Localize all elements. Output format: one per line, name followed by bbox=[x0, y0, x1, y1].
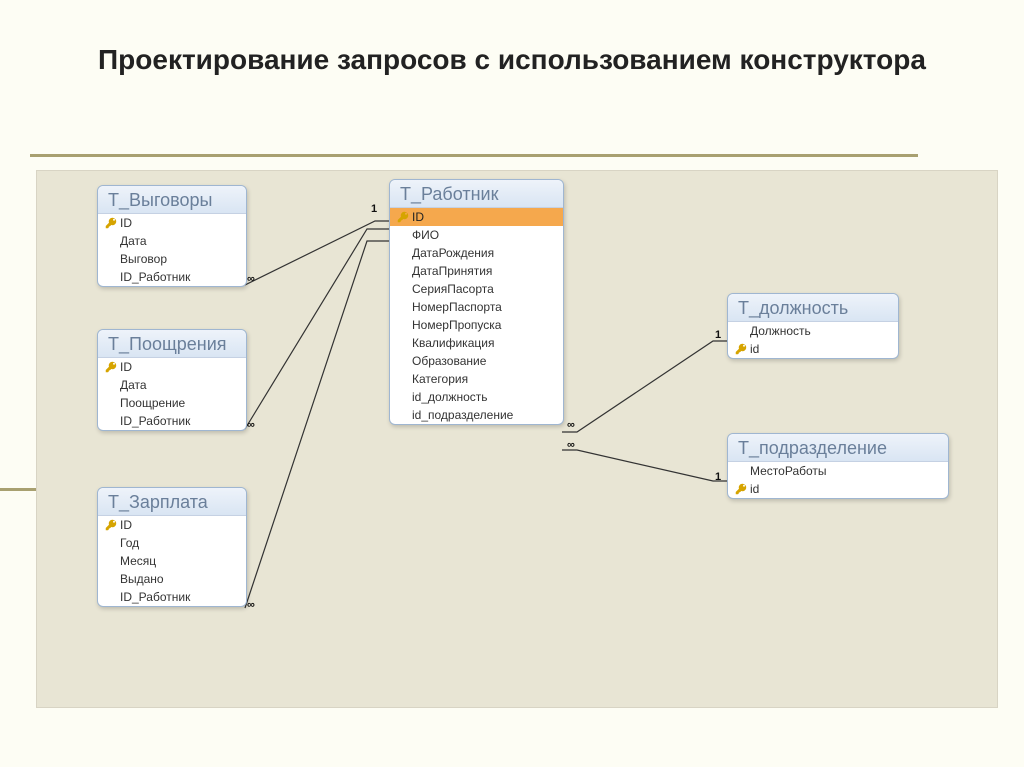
table-row[interactable]: Категория bbox=[390, 370, 563, 388]
table-rewards[interactable]: Т_Поощрения ID Дата Поощрение ID_Работни… bbox=[97, 329, 247, 431]
table-row[interactable]: Квалификация bbox=[390, 334, 563, 352]
table-row[interactable]: id bbox=[728, 480, 948, 498]
field-label: Дата bbox=[120, 233, 147, 249]
rel-inf: ∞ bbox=[247, 599, 255, 611]
table-row[interactable]: СерияПасорта bbox=[390, 280, 563, 298]
table-row[interactable]: ID bbox=[98, 214, 246, 232]
rel-inf: ∞ bbox=[247, 273, 255, 285]
table-row[interactable]: ID bbox=[98, 358, 246, 376]
field-label: Месяц bbox=[120, 553, 156, 569]
field-label: id bbox=[750, 481, 759, 497]
divider-bottom bbox=[0, 488, 37, 491]
page-title: Проектирование запросов с использованием… bbox=[0, 44, 1024, 76]
field-label: Категория bbox=[412, 371, 468, 387]
field-label: ID bbox=[120, 517, 132, 533]
field-label: ID bbox=[120, 215, 132, 231]
table-row[interactable]: Выдано bbox=[98, 570, 246, 588]
field-label: Выговор bbox=[120, 251, 167, 267]
field-label: ID_Работник bbox=[120, 269, 190, 285]
key-icon bbox=[734, 342, 748, 356]
key-icon bbox=[104, 360, 118, 374]
field-label: НомерПаспорта bbox=[412, 299, 502, 315]
field-label: СерияПасорта bbox=[412, 281, 494, 297]
field-label: НомерПропуска bbox=[412, 317, 501, 333]
table-row[interactable]: НомерПропуска bbox=[390, 316, 563, 334]
table-row[interactable]: ДатаПринятия bbox=[390, 262, 563, 280]
table-employee[interactable]: Т_Работник ID ФИО ДатаРождения ДатаПриня… bbox=[389, 179, 564, 425]
table-title: Т_Поощрения bbox=[98, 330, 246, 358]
field-label: id_подразделение bbox=[412, 407, 513, 423]
field-label: ID_Работник bbox=[120, 413, 190, 429]
table-row[interactable]: ДатаРождения bbox=[390, 244, 563, 262]
table-row[interactable]: id_подразделение bbox=[390, 406, 563, 424]
rel-one: 1 bbox=[715, 329, 721, 341]
table-row[interactable]: ID bbox=[98, 516, 246, 534]
field-label: ДатаПринятия bbox=[412, 263, 492, 279]
table-salary[interactable]: Т_Зарплата ID Год Месяц Выдано ID_Работн… bbox=[97, 487, 247, 607]
table-row[interactable]: Поощрение bbox=[98, 394, 246, 412]
table-row[interactable]: НомерПаспорта bbox=[390, 298, 563, 316]
table-row[interactable]: МестоРаботы bbox=[728, 462, 948, 480]
table-row[interactable]: ID bbox=[390, 208, 563, 226]
table-row[interactable]: Должность bbox=[728, 322, 898, 340]
field-label: ФИО bbox=[412, 227, 439, 243]
field-label: ID bbox=[120, 359, 132, 375]
table-row[interactable]: ID_Работник bbox=[98, 412, 246, 430]
table-row[interactable]: Дата bbox=[98, 232, 246, 250]
key-icon bbox=[734, 482, 748, 496]
field-label: id bbox=[750, 341, 759, 357]
field-label: Дата bbox=[120, 377, 147, 393]
rel-one: 1 bbox=[371, 203, 377, 215]
field-label: Квалификация bbox=[412, 335, 494, 351]
key-icon bbox=[104, 518, 118, 532]
table-title: Т_подразделение bbox=[728, 434, 948, 462]
field-label: ID_Работник bbox=[120, 589, 190, 605]
table-row[interactable]: Образование bbox=[390, 352, 563, 370]
key-icon bbox=[396, 210, 410, 224]
table-row[interactable]: Дата bbox=[98, 376, 246, 394]
table-row[interactable]: id bbox=[728, 340, 898, 358]
divider-top bbox=[30, 154, 918, 157]
table-title: Т_Работник bbox=[390, 180, 563, 208]
rel-one: 1 bbox=[715, 471, 721, 483]
field-label: Должность bbox=[750, 323, 811, 339]
field-label: Выдано bbox=[120, 571, 164, 587]
rel-inf: ∞ bbox=[567, 419, 575, 431]
table-row[interactable]: Выговор bbox=[98, 250, 246, 268]
table-row[interactable]: Месяц bbox=[98, 552, 246, 570]
rel-inf: ∞ bbox=[567, 439, 575, 451]
field-label: ID bbox=[412, 209, 424, 225]
table-title: Т_Зарплата bbox=[98, 488, 246, 516]
slide: Проектирование запросов с использованием… bbox=[0, 0, 1024, 767]
field-label: МестоРаботы bbox=[750, 463, 827, 479]
table-title: Т_должность bbox=[728, 294, 898, 322]
field-label: Год bbox=[120, 535, 139, 551]
table-row[interactable]: ID_Работник bbox=[98, 268, 246, 286]
table-title: Т_Выговоры bbox=[98, 186, 246, 214]
table-position[interactable]: Т_должность Должность id bbox=[727, 293, 899, 359]
field-label: Поощрение bbox=[120, 395, 185, 411]
field-label: id_должность bbox=[412, 389, 488, 405]
table-row[interactable]: ID_Работник bbox=[98, 588, 246, 606]
field-label: ДатаРождения bbox=[412, 245, 494, 261]
relationship-canvas[interactable]: 1 ∞ ∞ ∞ ∞ ∞ 1 1 Т_Выговоры ID Дата Выгов… bbox=[36, 170, 998, 708]
table-reprimands[interactable]: Т_Выговоры ID Дата Выговор ID_Работник bbox=[97, 185, 247, 287]
table-row[interactable]: id_должность bbox=[390, 388, 563, 406]
table-row[interactable]: ФИО bbox=[390, 226, 563, 244]
rel-inf: ∞ bbox=[247, 419, 255, 431]
field-label: Образование bbox=[412, 353, 486, 369]
key-icon bbox=[104, 216, 118, 230]
table-department[interactable]: Т_подразделение МестоРаботы id bbox=[727, 433, 949, 499]
table-row[interactable]: Год bbox=[98, 534, 246, 552]
